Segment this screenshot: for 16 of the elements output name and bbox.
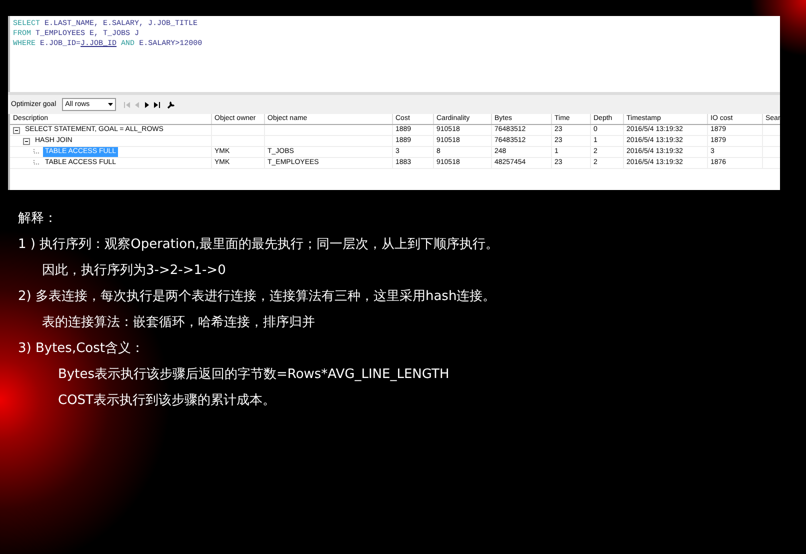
collapse-icon[interactable] xyxy=(23,138,30,144)
tree-line-icon xyxy=(33,160,40,166)
note-text: 1 ) 执行序列：观察Operation,最里面的最先执行；同一层次，从上到下顺序执行。 xyxy=(18,236,498,254)
note-text: COST表示执行到该步骤的累计成本。 xyxy=(58,392,276,410)
note-text: 解释： xyxy=(18,210,57,228)
tree-line-icon xyxy=(33,148,40,156)
note-text: 表的连接算法：嵌套循环，哈希连接，排序归并 xyxy=(42,314,315,332)
note-text: Bytes表示执行该步骤后返回的字节数=Rows*AVG_LINE_LENGTH xyxy=(58,366,450,384)
note-text: 2) 多表连接，每次执行是两个表进行连接，连接算法有三种，这里采用hash连接。 xyxy=(18,288,496,306)
last-icon[interactable] xyxy=(154,102,160,108)
note-text: 3) Bytes,Cost含义： xyxy=(18,340,144,358)
next-icon[interactable] xyxy=(144,102,150,108)
note-text: 因此，执行序列为3->2->1->0 xyxy=(42,262,226,280)
caret-icon xyxy=(108,103,114,106)
wrench-icon[interactable] xyxy=(167,100,176,108)
collapse-icon[interactable] xyxy=(13,126,20,134)
